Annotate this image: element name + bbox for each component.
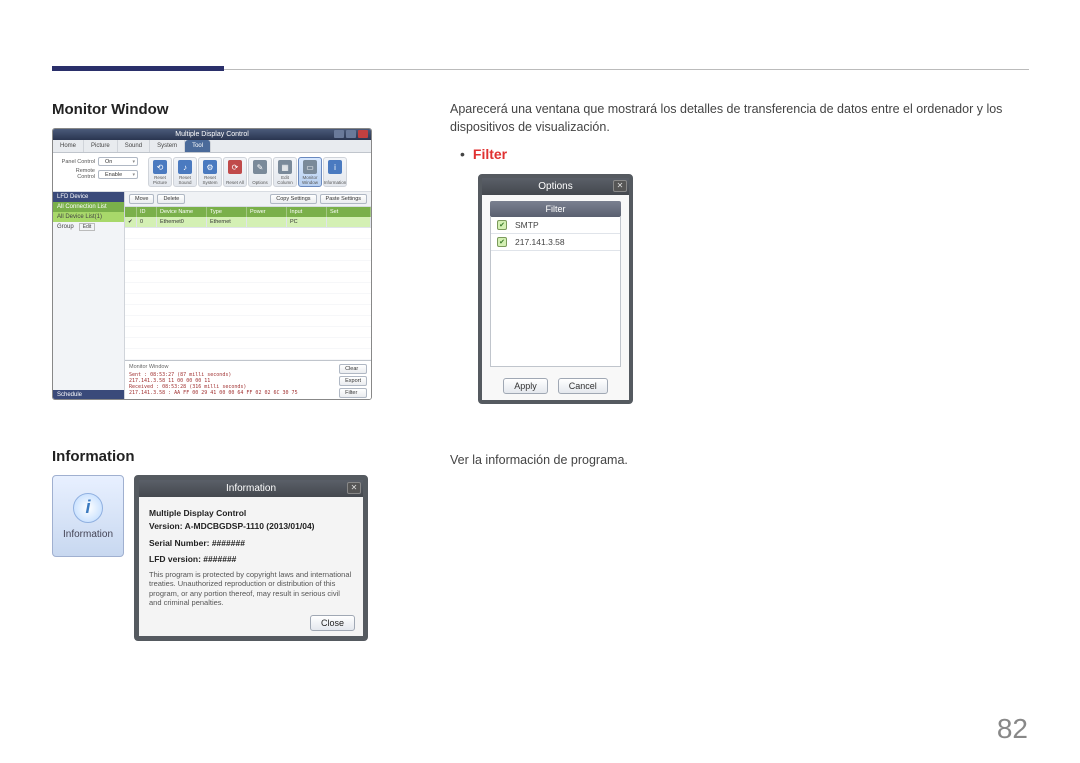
info-app-name: Multiple Display Control (149, 507, 353, 520)
reset-picture-icon: ⟲ (153, 160, 167, 174)
tab-home[interactable]: Home (53, 140, 84, 152)
header-accent-bar (52, 66, 224, 71)
tab-system[interactable]: System (150, 140, 185, 152)
clear-button[interactable]: Clear (339, 364, 367, 374)
filter-header: Filter (490, 201, 621, 217)
mdc-window-title: Multiple Display Control (53, 129, 371, 140)
edit-button[interactable]: Edit (79, 223, 96, 231)
sidebar-all-device[interactable]: All Device List(1) (53, 212, 124, 222)
info-serial: Serial Number: ####### (149, 537, 353, 550)
options-button[interactable]: ✎Options (248, 157, 272, 187)
minimize-icon[interactable] (334, 130, 344, 138)
reset-system-button[interactable]: ⚙Reset System (198, 157, 222, 187)
monitor-panel: Monitor Window Sent : 08:53:27 (87 milli… (125, 360, 371, 400)
edit-column-icon: ▦ (278, 160, 292, 174)
copy-settings-button[interactable]: Copy Settings (270, 194, 316, 204)
information-icon: i (328, 160, 342, 174)
panel-control-select[interactable]: On (98, 157, 138, 166)
info-version: Version: A-MDCBGDSP-1110 (2013/01/04) (149, 520, 353, 533)
header-rule (224, 69, 1029, 70)
page-number: 82 (997, 713, 1028, 745)
remote-control-row: Remote Control Enable (57, 168, 138, 180)
tab-picture[interactable]: Picture (84, 140, 118, 152)
options-title: Options ✕ (482, 178, 629, 195)
mdc-screenshot: Multiple Display Control Home Picture So… (52, 128, 372, 400)
grid-row[interactable]: ✔ 0 Ethernet0 Ethernet PC (125, 217, 371, 228)
reset-system-icon: ⚙ (203, 160, 217, 174)
mdc-tabs: Home Picture Sound System Tool (53, 140, 371, 153)
mdc-sidebar: LFD Device All Connection List All Devic… (53, 192, 125, 400)
panel-control-row: Panel Control On (57, 157, 138, 166)
cancel-button[interactable]: Cancel (558, 378, 608, 394)
sidebar-header-device: LFD Device (53, 192, 124, 202)
export-button[interactable]: Export (339, 376, 367, 386)
information-dialog: Information ✕ Multiple Display Control V… (134, 475, 368, 641)
filter-label: Filter (473, 146, 507, 162)
info-close-button[interactable]: Close (310, 615, 355, 631)
filter-row-smtp[interactable]: ✔ SMTP (491, 217, 620, 234)
info-lfd: LFD version: ####### (149, 553, 353, 566)
information-button[interactable]: iInformation (323, 157, 347, 187)
move-button[interactable]: Move (129, 194, 154, 204)
options-dialog: Options ✕ Filter ✔ SMTP ✔ 217.141.3.58 A… (478, 174, 633, 404)
options-icon: ✎ (253, 160, 267, 174)
grid-empty-area (125, 228, 371, 360)
reset-sound-button[interactable]: ♪Reset Sound (173, 157, 197, 187)
mdc-iconbar: ⟲Reset Picture ♪Reset Sound ⚙Reset Syste… (142, 157, 347, 187)
checkbox-icon[interactable]: ✔ (497, 237, 507, 247)
sidebar-header-schedule: Schedule (53, 390, 124, 400)
tab-tool[interactable]: Tool (185, 140, 211, 152)
checkbox-icon[interactable]: ✔ (497, 220, 507, 230)
info-circle-icon: i (73, 493, 103, 523)
monitor-window-title: Monitor Window (52, 101, 372, 118)
delete-button[interactable]: Delete (157, 194, 185, 204)
sidebar-group[interactable]: Group Edit (53, 222, 124, 232)
reset-sound-icon: ♪ (178, 160, 192, 174)
reset-all-icon: ⟳ (228, 160, 242, 174)
tab-sound[interactable]: Sound (118, 140, 150, 152)
info-notice: This program is protected by copyright l… (149, 570, 353, 608)
bullet-dot: • (450, 146, 465, 162)
info-close-icon[interactable]: ✕ (347, 482, 361, 494)
filter-row-ip[interactable]: ✔ 217.141.3.58 (491, 234, 620, 251)
maximize-icon[interactable] (346, 130, 356, 138)
options-close-icon[interactable]: ✕ (613, 180, 627, 192)
sidebar-all-connection[interactable]: All Connection List (53, 202, 124, 212)
monitor-window-description: Aparecerá una ventana que mostrará los d… (450, 101, 1030, 136)
edit-column-button[interactable]: ▦Edit Column (273, 157, 297, 187)
information-tile-label: Information (63, 529, 113, 540)
monitor-window-icon: ▭ (303, 160, 317, 174)
close-icon[interactable] (358, 130, 368, 138)
monitor-window-button[interactable]: ▭Monitor Window (298, 157, 322, 187)
reset-picture-button[interactable]: ⟲Reset Picture (148, 157, 172, 187)
info-dialog-title: Information ✕ (139, 480, 363, 497)
information-title: Information (52, 448, 372, 465)
filter-button[interactable]: Filter (339, 388, 367, 398)
remote-control-select[interactable]: Enable (98, 170, 138, 179)
grid-header: ID Device Name Type Power Input Set (125, 207, 371, 217)
information-tile[interactable]: i Information (52, 475, 124, 557)
filter-list: ✔ SMTP ✔ 217.141.3.58 (490, 217, 621, 367)
information-description: Ver la información de programa. (450, 452, 1030, 470)
apply-button[interactable]: Apply (503, 378, 548, 394)
reset-all-button[interactable]: ⟳Reset All (223, 157, 247, 187)
paste-settings-button[interactable]: Paste Settings (320, 194, 367, 204)
